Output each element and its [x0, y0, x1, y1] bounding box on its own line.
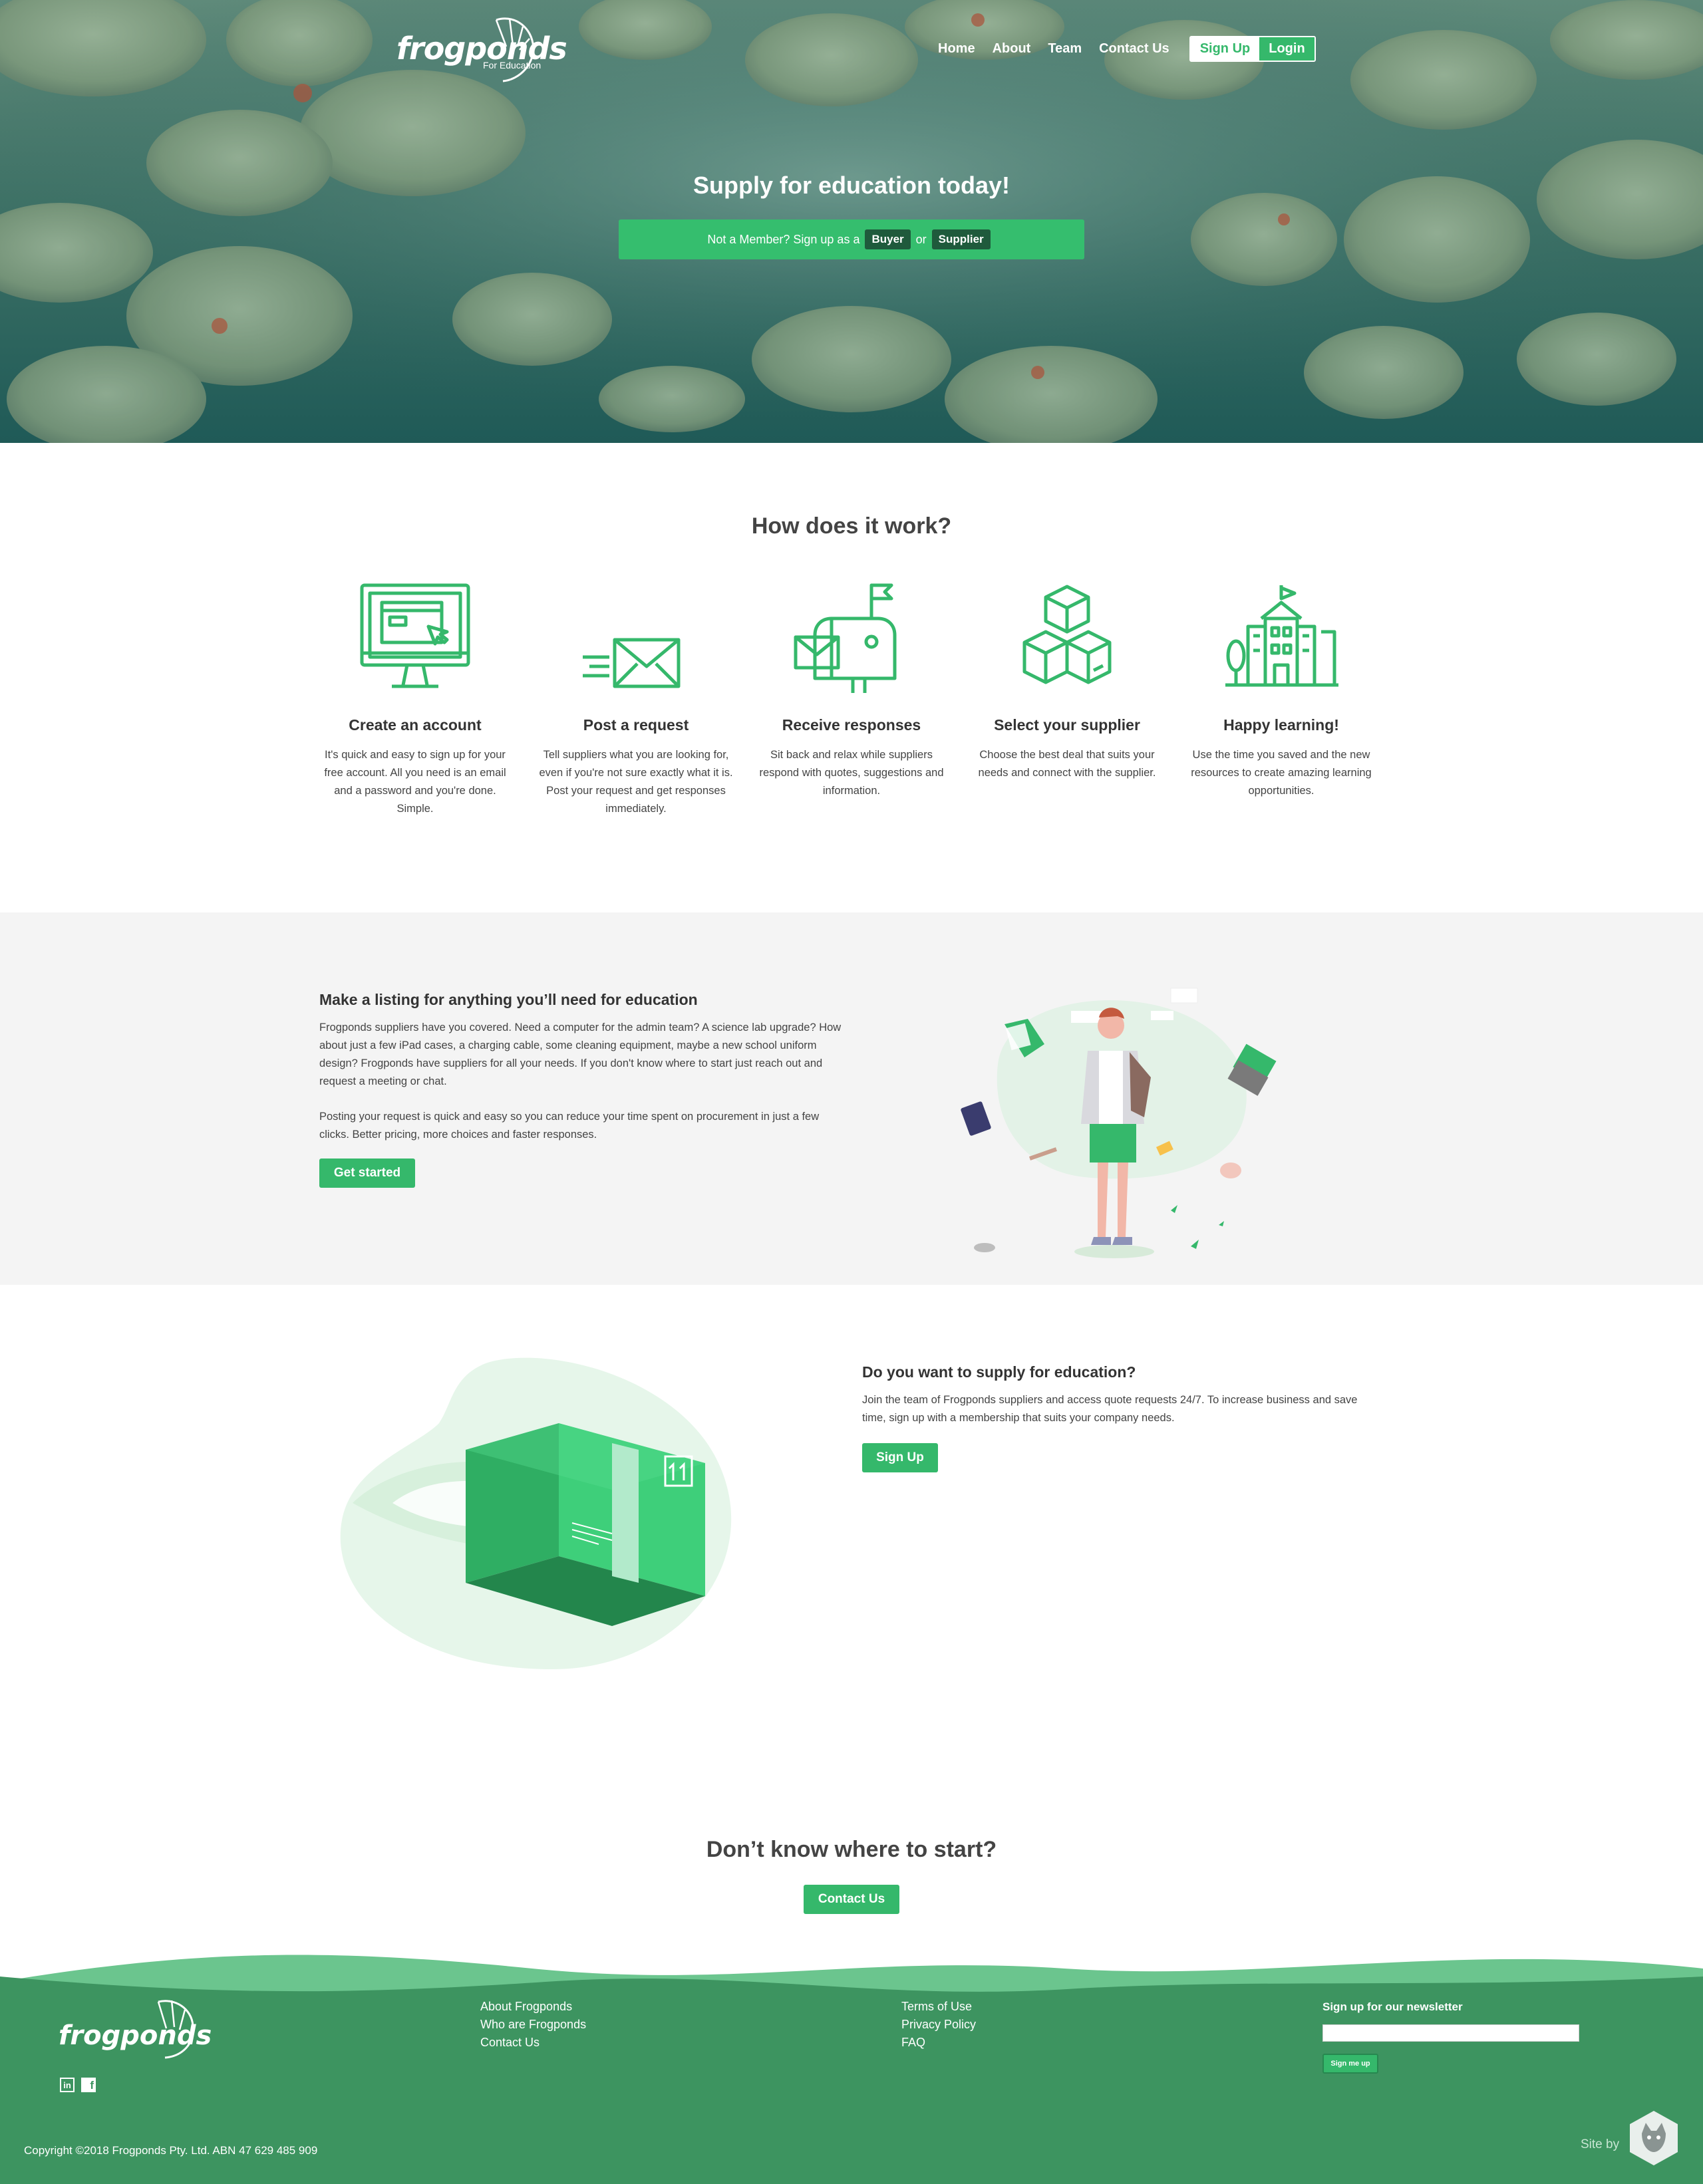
listing-section	[0, 912, 1703, 1285]
copyright-text: Copyright ©2018 Frogponds Pty. Ltd. ABN …	[24, 2144, 318, 2157]
site-by-label: Site by	[1581, 2137, 1620, 2151]
logo-wordmark: frogponds	[396, 31, 567, 67]
step-title: Happy learning!	[1223, 716, 1339, 734]
boxes-icon	[1022, 585, 1112, 684]
nav-team[interactable]: Team	[1048, 41, 1082, 57]
supply-title: Do you want to supply for education?	[862, 1363, 1136, 1381]
start-title: Don’t know where to start?	[706, 1837, 997, 1862]
member-signup-bar: Not a Member? Sign up as a Buyer or Supp…	[619, 219, 1084, 259]
step-text: Tell suppliers what you are looking for,…	[539, 749, 733, 815]
supply-text: Join the team of Frogponds suppliers and…	[862, 1394, 1358, 1424]
step-text: Use the time you saved and the new resou…	[1191, 749, 1372, 797]
mailbox-icon	[794, 583, 897, 693]
footer-links-legal: Terms of Use Privacy Policy FAQ	[901, 1998, 976, 2052]
main-nav: Home About Team Contact Us Sign Up Login	[938, 36, 1316, 62]
agency-badge-icon[interactable]	[1627, 2108, 1680, 2168]
supplier-signup-button[interactable]: Supplier	[931, 229, 991, 249]
step-happy-learning: Happy learning! Use the time you saved a…	[1181, 579, 1381, 800]
nav-home[interactable]: Home	[938, 41, 975, 57]
frogponds-logo[interactable]: frogponds For Education	[396, 7, 567, 83]
footer-link-privacy[interactable]: Privacy Policy	[901, 2016, 976, 2034]
step-post-request: Post a request Tell suppliers what you a…	[536, 579, 736, 818]
footer-link-about[interactable]: About Frogponds	[480, 1998, 586, 2016]
step-create-account: Create an account It's quick and easy to…	[315, 579, 515, 818]
school-icon	[1225, 585, 1338, 687]
footer-wordmark: frogponds	[59, 2020, 212, 2051]
step-title: Post a request	[583, 716, 689, 734]
logo-tagline: For Education	[483, 60, 542, 70]
listing-title: Make a listing for anything you’ll need …	[319, 991, 698, 1008]
computer-icon	[360, 583, 470, 688]
step-select-supplier: Select your supplier Choose the best dea…	[967, 579, 1167, 782]
facebook-icon[interactable]: f	[81, 2078, 96, 2092]
student-illustration	[961, 988, 1277, 1258]
listing-paragraph-1: Frogponds suppliers have you covered. Ne…	[319, 1022, 842, 1087]
listing-paragraph-2: Posting your request is quick and easy s…	[319, 1111, 820, 1141]
step-text: Sit back and relax while suppliers respo…	[759, 749, 944, 797]
step-title: Receive responses	[782, 716, 921, 734]
auth-buttons: Sign Up Login	[1189, 36, 1316, 62]
footer-logo[interactable]: frogponds	[59, 1995, 212, 2068]
footer-link-terms[interactable]: Terms of Use	[901, 1998, 976, 2016]
signup-button[interactable]: Sign Up	[1190, 37, 1260, 61]
buyer-signup-button[interactable]: Buyer	[865, 229, 911, 249]
contact-us-cta[interactable]: Contact Us	[804, 1885, 899, 1914]
how-it-works-title: How does it work?	[751, 513, 952, 539]
step-receive-responses: Receive responses Sit back and relax whi…	[752, 579, 951, 800]
step-title: Create an account	[349, 716, 482, 734]
login-button[interactable]: Login	[1259, 37, 1315, 61]
nav-about[interactable]: About	[993, 41, 1031, 57]
footer-link-contact[interactable]: Contact Us	[480, 2034, 586, 2052]
footer-link-faq[interactable]: FAQ	[901, 2034, 976, 2052]
step-text: Choose the best deal that suits your nee…	[978, 749, 1156, 779]
newsletter-email-input[interactable]	[1322, 2024, 1579, 2042]
flying-box-illustration	[340, 1357, 732, 1669]
envelope-icon	[583, 638, 681, 688]
linkedin-icon[interactable]: in	[60, 2078, 75, 2092]
hero-banner: frogponds For Education Home About Team …	[0, 0, 1703, 443]
supplier-signup-cta[interactable]: Sign Up	[862, 1443, 938, 1472]
get-started-button[interactable]: Get started	[319, 1159, 415, 1188]
newsletter-signup-button[interactable]: Sign me up	[1322, 2054, 1378, 2074]
hero-title: Supply for education today!	[693, 172, 1010, 199]
footer-link-who[interactable]: Who are Frogponds	[480, 2016, 586, 2034]
newsletter-title: Sign up for our newsletter	[1322, 2000, 1463, 2013]
step-title: Select your supplier	[994, 716, 1140, 734]
or-text: or	[915, 232, 927, 246]
footer-links-company: About Frogponds Who are Frogponds Contac…	[480, 1998, 586, 2052]
step-text: It's quick and easy to sign up for your …	[324, 749, 506, 815]
member-prompt: Not a Member? Sign up as a	[707, 232, 860, 246]
nav-contact[interactable]: Contact Us	[1099, 41, 1169, 57]
